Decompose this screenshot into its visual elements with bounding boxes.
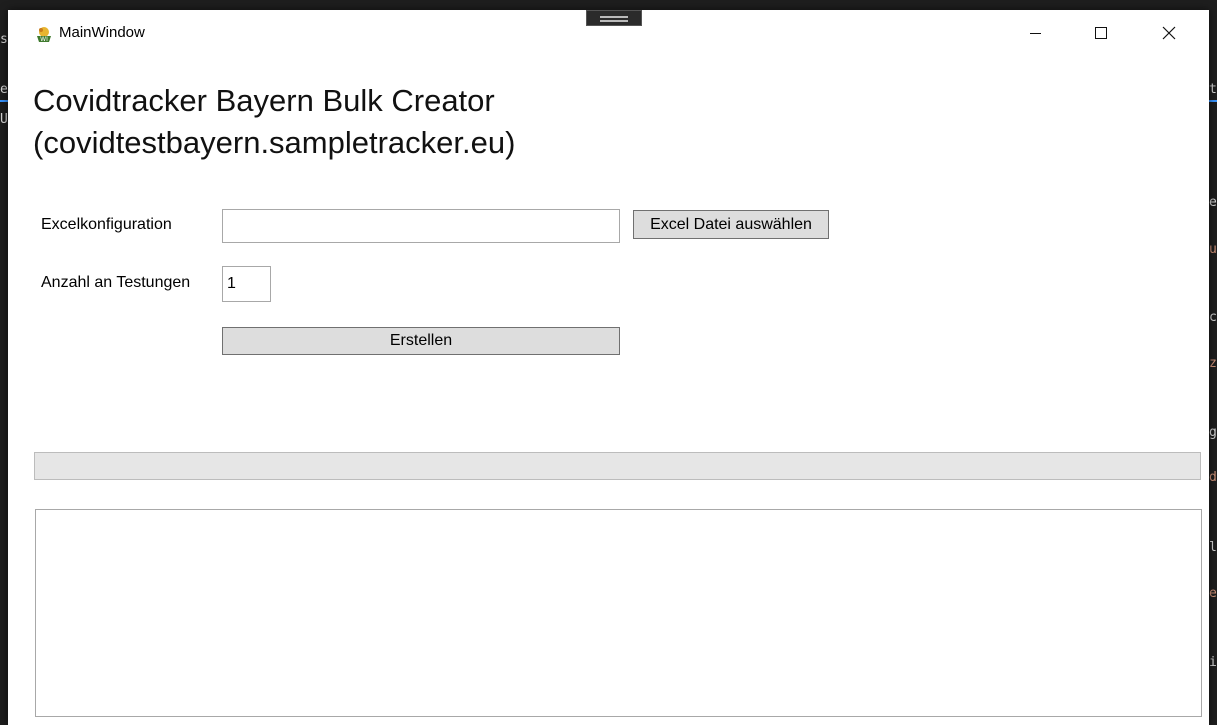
progress-bar	[34, 452, 1201, 480]
bg-accent-line	[0, 100, 8, 102]
minimize-button[interactable]	[1012, 10, 1058, 56]
bg-text: d	[1209, 470, 1217, 485]
bg-text: t	[1209, 82, 1217, 97]
test-count-input[interactable]	[222, 266, 271, 302]
bg-accent-line	[1209, 100, 1217, 102]
main-window: WI MainWindow Covidtracker Bayern Bulk C…	[8, 10, 1209, 725]
bg-text: z	[1209, 356, 1217, 371]
create-button[interactable]: Erstellen	[222, 327, 620, 355]
bg-text: U	[0, 112, 8, 127]
excel-path-input[interactable]	[222, 209, 620, 243]
window-title: MainWindow	[59, 24, 145, 41]
app-icon: WI	[37, 27, 51, 43]
maximize-icon	[1095, 27, 1107, 39]
log-output[interactable]	[35, 509, 1202, 717]
bg-text: e	[1209, 586, 1217, 601]
bg-text: c	[1209, 310, 1217, 325]
excel-config-label: Excelkonfiguration	[41, 216, 172, 233]
close-icon	[1162, 26, 1176, 40]
bg-text: s	[0, 32, 8, 47]
title-bar[interactable]: WI MainWindow	[8, 10, 1209, 56]
bg-text: l	[1209, 540, 1217, 555]
page-title-line1: Covidtracker Bayern Bulk Creator	[33, 83, 495, 118]
bg-text: g	[1209, 425, 1217, 440]
select-excel-file-button[interactable]: Excel Datei auswählen	[633, 210, 829, 239]
close-button[interactable]	[1146, 10, 1192, 56]
minimize-icon	[1029, 32, 1041, 34]
bg-text: e	[0, 82, 8, 97]
bg-text: u	[1209, 242, 1217, 257]
drag-handle[interactable]	[586, 10, 642, 26]
bg-text: i	[1209, 655, 1217, 670]
page-title: Covidtracker Bayern Bulk Creator (covidt…	[33, 80, 933, 164]
svg-text:WI: WI	[40, 36, 48, 43]
test-count-label: Anzahl an Testungen	[41, 274, 191, 291]
maximize-button[interactable]	[1078, 10, 1124, 56]
page-title-line2: (covidtestbayern.sampletracker.eu)	[33, 125, 516, 160]
bg-text: e	[1209, 195, 1217, 210]
